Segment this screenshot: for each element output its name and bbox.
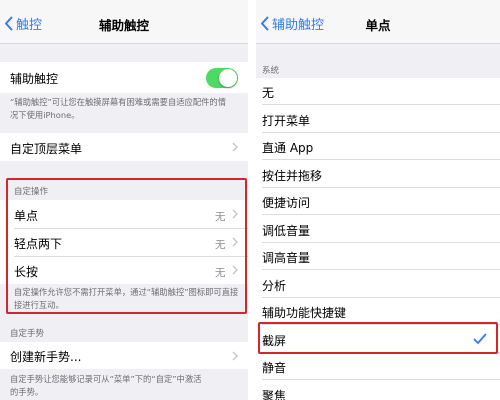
description-line: 自定手势让您能够记录可从“菜单”下的“自定”中激活 <box>10 374 202 384</box>
page-title: 单点 <box>365 18 391 33</box>
action-item-label: 聚焦 <box>262 388 287 400</box>
action-item-label: 分析 <box>262 278 287 293</box>
navigation-bar: 触控 辅助触控 <box>0 0 248 44</box>
description-line: “辅助触控”可让您在触摸屏幕有困难或需要自适应配件的情 <box>10 97 227 107</box>
create-gesture-label: 创建新手势... <box>10 350 82 364</box>
action-item-label: 辅助功能快捷键 <box>262 306 347 320</box>
chevron-right-icon <box>232 142 238 152</box>
description-line: 况下使用iPhone。 <box>10 110 80 120</box>
action-item-analytics[interactable]: 分析 <box>256 271 500 298</box>
action-item-label: 按住并拖移 <box>262 168 323 183</box>
action-item-reachability[interactable]: 便捷访问 <box>256 188 500 215</box>
action-item-open-menu[interactable]: 打开菜单 <box>256 106 500 133</box>
assistive-touch-toggle[interactable] <box>206 68 238 88</box>
chevron-right-icon <box>232 351 238 361</box>
action-item-focus[interactable]: 聚焦 <box>256 381 500 400</box>
toggle-knob <box>219 69 237 87</box>
custom-gestures-header: 自定手势 <box>10 329 45 339</box>
action-item-label: 静音 <box>262 361 287 375</box>
action-item-label: 无 <box>262 86 275 100</box>
custom-top-menu-label: 自定顶层菜单 <box>10 142 83 156</box>
action-item-volume-up[interactable]: 调高音量 <box>256 243 500 270</box>
single-tap-screen: 辅助触控 单点 系统 无 打开菜单 直通 App 按住并拖移 便捷访问 调低音量… <box>256 0 500 400</box>
system-section-header: 系统 <box>262 66 280 76</box>
action-item-label: 调低音量 <box>262 223 311 238</box>
action-item-mute[interactable]: 静音 <box>256 353 500 380</box>
assistive-touch-description: “辅助触控”可让您在触摸屏幕有困难或需要自适应配件的情 况下使用iPhone。 <box>10 96 226 122</box>
navigation-bar: 辅助触控 单点 <box>256 0 500 44</box>
action-item-none[interactable]: 无 <box>256 78 500 105</box>
action-item-hold-and-drag[interactable]: 按住并拖移 <box>256 161 500 188</box>
action-item-label: 打开菜单 <box>262 113 311 128</box>
highlight-box <box>6 178 247 314</box>
page-title: 辅助触控 <box>98 18 149 33</box>
assistive-touch-label: 辅助触控 <box>10 72 59 86</box>
description-line: 的手势。 <box>10 387 44 397</box>
action-item-volume-down[interactable]: 调低音量 <box>256 216 500 243</box>
highlight-box <box>258 322 498 354</box>
action-item-label: 调高音量 <box>262 251 311 265</box>
action-item-accessibility-shortcut[interactable]: 辅助功能快捷键 <box>256 298 500 325</box>
custom-gestures-description: 自定手势让您能够记录可从“菜单”下的“自定”中激活 的手势。 <box>10 373 201 399</box>
action-item-label: 直通 App <box>262 141 314 155</box>
action-item-label: 便捷访问 <box>262 196 311 210</box>
assistive-touch-screen: 触控 辅助触控 辅助触控 “辅助触控”可让您在触摸屏幕有困难或需要自适应配件的情… <box>0 0 248 400</box>
action-item-pass-through-app[interactable]: 直通 App <box>256 133 500 160</box>
